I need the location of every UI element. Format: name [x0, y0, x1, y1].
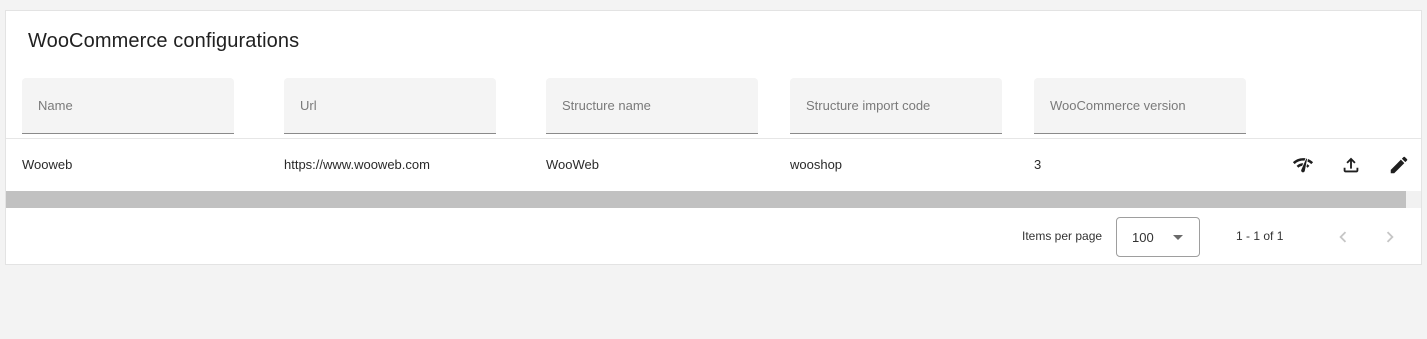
- items-per-page-label: Items per page: [1022, 229, 1103, 243]
- paginator: Items per page 100 1 - 1 of 1: [6, 208, 1421, 266]
- network-check-icon[interactable]: [1291, 153, 1315, 177]
- next-page-button[interactable]: [1377, 224, 1403, 250]
- structure-import-code-filter-input[interactable]: [790, 78, 1002, 133]
- cell-woocommerce-version: 3: [1034, 157, 1042, 172]
- cell-name: Wooweb: [22, 157, 73, 172]
- cell-structure-import-code: wooshop: [790, 157, 843, 172]
- name-filter-input[interactable]: [22, 78, 234, 133]
- woocommerce-version-filter-field[interactable]: [1034, 78, 1246, 134]
- horizontal-scrollbar-thumb[interactable]: [6, 191, 1406, 208]
- previous-page-button[interactable]: [1330, 224, 1356, 250]
- cell-url: https://www.wooweb.com: [284, 157, 430, 172]
- woocommerce-version-filter-input[interactable]: [1034, 78, 1246, 133]
- table-row[interactable]: Wooweb https://www.wooweb.com WooWeb woo…: [6, 139, 1421, 191]
- items-per-page-select[interactable]: 100: [1116, 217, 1200, 257]
- url-filter-field[interactable]: [284, 78, 496, 134]
- upload-icon[interactable]: [1339, 153, 1363, 177]
- edit-pencil-icon[interactable]: [1387, 153, 1411, 177]
- items-per-page-value: 100: [1132, 230, 1154, 245]
- page-range-label: 1 - 1 of 1: [1236, 229, 1284, 243]
- url-filter-input[interactable]: [284, 78, 496, 133]
- chevron-down-icon: [1173, 235, 1183, 240]
- chevron-left-icon: [1339, 231, 1347, 243]
- structure-import-code-filter-field[interactable]: [790, 78, 1002, 134]
- page-title: WooCommerce configurations: [28, 30, 300, 52]
- woocommerce-config-card: WooCommerce configurations Wooweb https:…: [5, 10, 1422, 265]
- cell-structure-name: WooWeb: [546, 157, 599, 172]
- chevron-right-icon: [1386, 231, 1394, 243]
- horizontal-scrollbar[interactable]: [6, 191, 1421, 208]
- name-filter-field[interactable]: [22, 78, 234, 134]
- structure-name-filter-input[interactable]: [546, 78, 758, 133]
- structure-name-filter-field[interactable]: [546, 78, 758, 134]
